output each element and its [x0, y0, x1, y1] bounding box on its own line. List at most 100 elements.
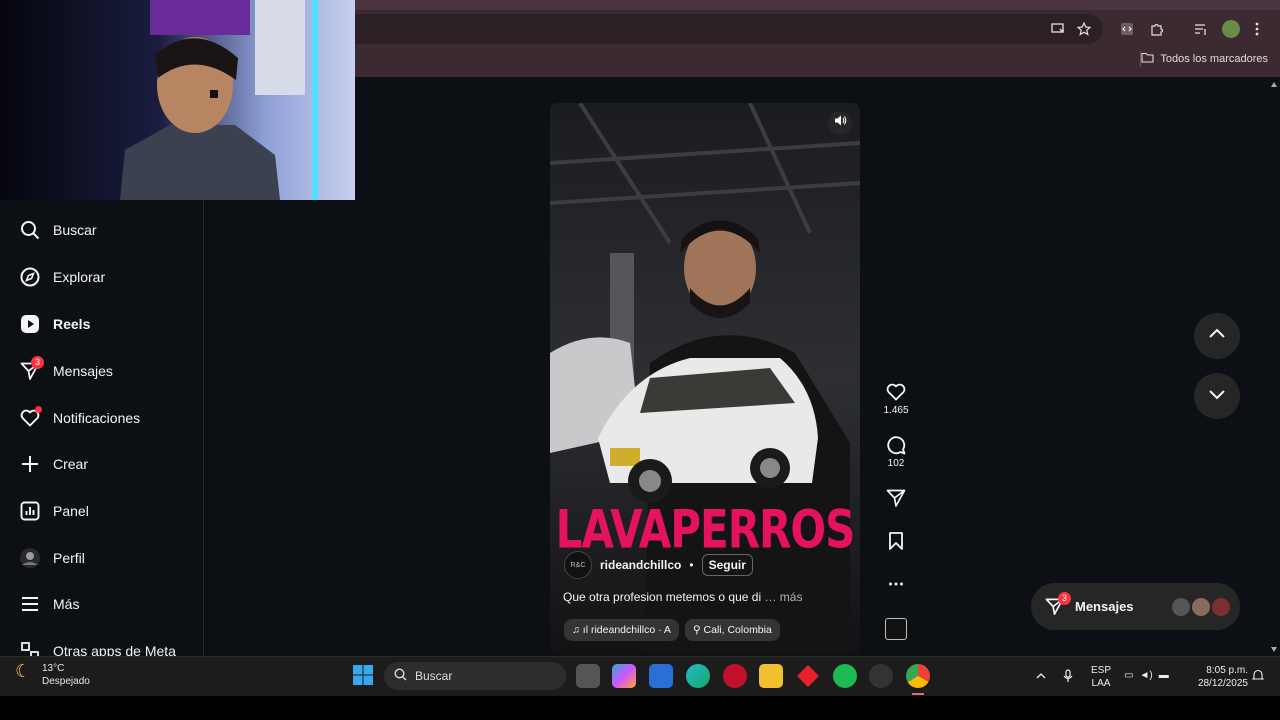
edge-icon[interactable] — [686, 664, 710, 688]
chart-icon — [19, 500, 41, 522]
location-chip[interactable]: ⚲ Cali, Colombia — [684, 619, 780, 641]
volume-icon — [834, 114, 847, 132]
sidebar-item-crear[interactable]: Crear — [0, 442, 203, 486]
devtools-icon[interactable] — [1114, 16, 1140, 42]
send-icon — [886, 489, 906, 511]
file-explorer-icon[interactable] — [759, 664, 783, 688]
sidebar-item-panel[interactable]: Panel — [0, 489, 203, 533]
profile-icon[interactable] — [1218, 16, 1244, 42]
mute-button[interactable] — [828, 111, 852, 135]
install-icon[interactable] — [1045, 16, 1071, 42]
sidebar-item-mas[interactable]: Más — [0, 582, 203, 626]
all-bookmarks-button[interactable]: Todos los marcadores — [1141, 52, 1268, 66]
sidebar-item-notificaciones[interactable]: Notificaciones — [0, 396, 203, 440]
reading-list-icon[interactable] — [1188, 16, 1214, 42]
app-diamond-icon[interactable] — [796, 664, 820, 688]
follow-button[interactable]: Seguir — [701, 554, 753, 576]
copilot-icon[interactable] — [612, 664, 636, 688]
mail-icon[interactable] — [649, 664, 673, 688]
sidebar-item-label: Perfil — [53, 550, 85, 566]
more-options-button[interactable] — [881, 575, 911, 596]
star-icon[interactable] — [1071, 16, 1097, 42]
language-line-1: ESP — [1090, 665, 1111, 676]
music-icon: ♫ ıl — [572, 624, 591, 636]
sidebar-item-label: Mensajes — [53, 363, 113, 379]
next-reel-button[interactable] — [1194, 373, 1240, 419]
like-button[interactable]: 1.465 — [881, 382, 911, 416]
sidebar-item-label: Notificaciones — [53, 410, 141, 426]
messages-pill-button[interactable]: 3 Mensajes — [1031, 583, 1240, 630]
sidebar-item-explorar[interactable]: Explorar — [0, 255, 203, 299]
extensions-icon[interactable] — [1144, 16, 1170, 42]
sidebar-item-label: Crear — [53, 456, 89, 472]
avatar — [1171, 597, 1191, 617]
chrome-icon[interactable] — [906, 664, 930, 688]
sidebar-item-label: Más — [53, 596, 80, 612]
comment-button[interactable]: 102 — [881, 435, 911, 469]
spotify-icon[interactable] — [833, 664, 857, 688]
author-avatar[interactable]: R&C — [564, 551, 592, 579]
notification-dot — [35, 406, 42, 413]
bookmark-icon — [886, 532, 906, 554]
taskbar-search[interactable]: Buscar — [384, 662, 566, 690]
search-icon — [394, 668, 407, 684]
audio-label: rideandchillco · A — [590, 624, 671, 636]
letterbox-bar — [0, 696, 1280, 720]
search-icon — [19, 219, 41, 241]
reel-caption: Que otra profesion metemos o que di … má… — [563, 590, 802, 604]
sidebar-item-label: Buscar — [53, 222, 97, 238]
comment-icon — [886, 436, 906, 458]
clock[interactable]: 8:05 p.m. 28/12/2025 — [1188, 664, 1248, 690]
moon-icon: ☾ — [15, 661, 32, 681]
address-bar-actions — [1045, 16, 1097, 42]
system-tray-icons[interactable]: ▭ ◄) ▬ — [1124, 669, 1169, 682]
sidebar-item-label: Panel — [53, 503, 89, 519]
location-pin-icon: ⚲ — [692, 624, 704, 636]
share-button[interactable] — [881, 488, 911, 511]
network-icon: ▭ — [1124, 670, 1134, 681]
sidebar-item-mensajes[interactable]: 3 Mensajes — [0, 349, 203, 393]
menu-icon — [19, 593, 41, 615]
sidebar-item-buscar[interactable]: Buscar — [0, 208, 203, 252]
notification-center-button[interactable] — [1251, 664, 1265, 686]
webcam-overlay — [0, 0, 355, 200]
active-app-indicator — [912, 693, 924, 695]
clock-date: 28/12/2025 — [1197, 678, 1248, 689]
opera-icon[interactable] — [723, 664, 747, 688]
messages-badge: 3 — [31, 356, 44, 369]
chevron-up-icon — [1208, 325, 1226, 348]
avatar — [1211, 597, 1231, 617]
avatar — [1191, 597, 1211, 617]
save-button[interactable] — [881, 531, 911, 554]
page-scrollbar[interactable] — [1268, 77, 1280, 656]
compass-icon — [19, 266, 41, 288]
location-label: Cali, Colombia — [703, 624, 772, 636]
avatar-icon — [19, 547, 41, 569]
language-line-2: LAA — [1091, 678, 1111, 689]
audio-chip[interactable]: ♫ ıl rideandchillco · A — [564, 619, 679, 641]
sidebar-item-reels[interactable]: Reels — [0, 302, 203, 346]
sidebar-item-perfil[interactable]: Perfil — [0, 536, 203, 580]
previous-reel-button[interactable] — [1194, 313, 1240, 359]
reels-icon — [19, 313, 41, 335]
start-button[interactable] — [352, 664, 376, 688]
plus-icon — [19, 453, 41, 475]
address-bar[interactable] — [355, 14, 1103, 44]
author-username[interactable]: rideandchillco — [600, 558, 681, 572]
language-indicator[interactable]: ESP LAA — [1088, 664, 1114, 690]
tab-strip — [355, 0, 1280, 10]
reel-video[interactable]: LAVAPERROS R&C rideandchillco • Seguir Q… — [550, 103, 860, 655]
caption-more-link[interactable]: … más — [764, 590, 802, 604]
caption-text: Que otra profesion metemos o que di — [563, 590, 762, 604]
all-bookmarks-label: Todos los marcadores — [1160, 53, 1268, 65]
sidebar-item-label: Reels — [53, 316, 91, 332]
author-avatar-text: R&C — [570, 561, 586, 569]
messages-pill-badge: 3 — [1058, 592, 1071, 605]
task-view-icon[interactable] — [576, 664, 600, 688]
microphone-icon[interactable] — [1062, 664, 1074, 687]
audio-thumbnail[interactable] — [881, 618, 911, 640]
menu-icon[interactable] — [1244, 16, 1270, 42]
chatgpt-icon[interactable] — [869, 664, 893, 688]
show-hidden-icons-button[interactable] — [1035, 664, 1047, 686]
like-count: 1.465 — [883, 405, 909, 416]
